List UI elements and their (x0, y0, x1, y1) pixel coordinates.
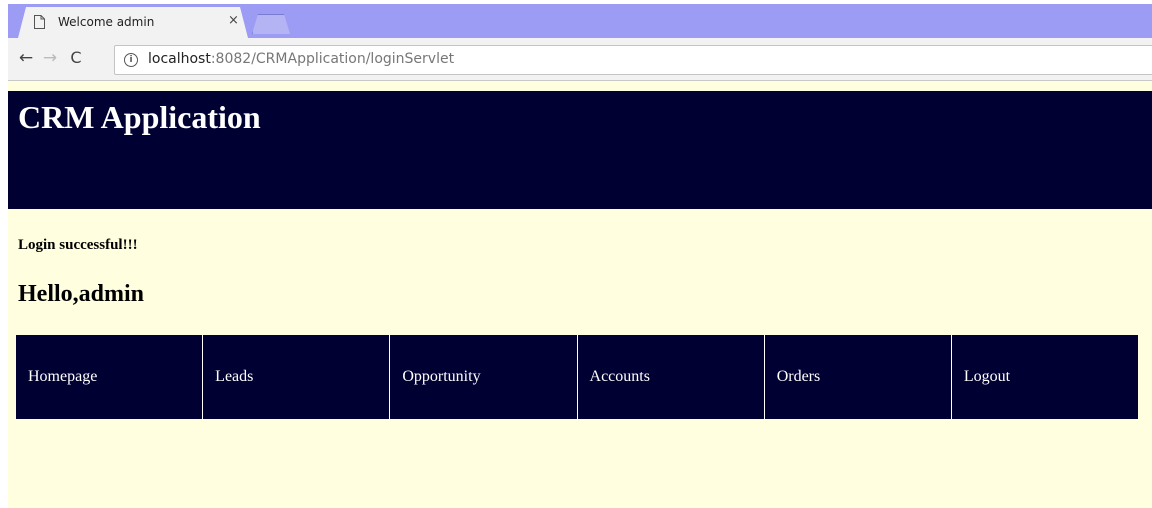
greeting-heading: Hello,admin (18, 281, 145, 307)
reload-icon[interactable]: C (66, 48, 86, 68)
url-host: localhost (148, 51, 211, 67)
address-bar[interactable]: i localhost:8082/CRMApplication/loginSer… (114, 45, 1152, 75)
forward-arrow-icon[interactable]: → (40, 48, 60, 68)
menu-item-homepage[interactable]: Homepage (16, 335, 204, 419)
url-text[interactable]: localhost:8082/CRMApplication/loginServl… (148, 51, 454, 67)
page-title: CRM Application (18, 99, 261, 135)
menu-item-accounts[interactable]: Accounts (577, 335, 765, 419)
browser-window: Welcome admin × ← → C i localhost:8082/C… (8, 4, 1152, 508)
login-status-message: Login successful!!! (18, 237, 138, 253)
menu-item-logout[interactable]: Logout (951, 335, 1139, 419)
tab-title: Welcome admin (58, 15, 155, 29)
page-content: CRM Application Login successful!!! Hell… (8, 91, 1152, 508)
header-banner: CRM Application (8, 91, 1152, 209)
browser-toolbar: ← → C i localhost:8082/CRMApplication/lo… (8, 38, 1152, 81)
menu-item-leads[interactable]: Leads (203, 335, 391, 419)
back-arrow-icon[interactable]: ← (16, 48, 36, 68)
nav-menu: Homepage Leads Opportunity Accounts Orde… (16, 335, 1139, 419)
new-tab-button[interactable] (252, 14, 290, 34)
info-icon[interactable]: i (124, 53, 138, 67)
browser-tab[interactable]: Welcome admin × (18, 7, 248, 38)
page-icon (34, 15, 45, 29)
menu-item-orders[interactable]: Orders (764, 335, 952, 419)
tab-strip: Welcome admin × (8, 4, 1152, 38)
url-path: :8082/CRMApplication/loginServlet (210, 51, 455, 67)
menu-item-opportunity[interactable]: Opportunity (390, 335, 578, 419)
close-icon[interactable]: × (228, 13, 239, 28)
